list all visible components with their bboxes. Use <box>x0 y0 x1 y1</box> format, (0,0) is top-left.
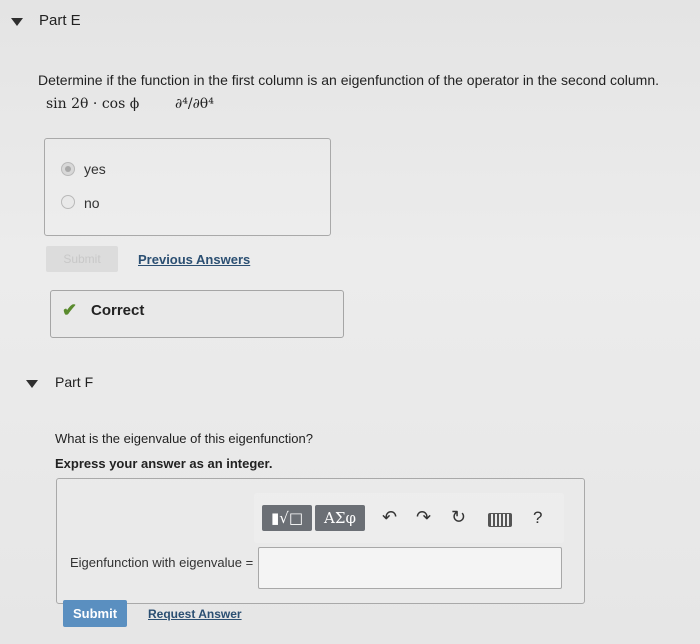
keyboard-icon[interactable] <box>488 513 512 527</box>
function-expression: sin 2θ · cos ϕ <box>46 96 140 112</box>
part-f-question: What is the eigenvalue of this eigenfunc… <box>55 431 314 446</box>
collapse-caret-icon[interactable] <box>26 380 38 388</box>
collapse-caret-icon[interactable] <box>11 18 23 26</box>
previous-answers-link[interactable]: Previous Answers <box>138 252 250 267</box>
answer-options-box <box>44 138 331 236</box>
checkmark-icon: ✔ <box>62 300 78 320</box>
redo-icon[interactable]: ↷ <box>416 507 431 528</box>
greek-letters-icon: ΑΣφ <box>324 509 356 527</box>
part-e-title[interactable]: Part E <box>39 12 81 29</box>
submit-button[interactable]: Submit <box>63 600 127 627</box>
templates-button[interactable]: ▮√□ <box>262 505 312 531</box>
template-icon: ▮√□ <box>271 509 303 527</box>
eigenvalue-input[interactable] <box>258 547 562 589</box>
part-f-instruction: Express your answer as an integer. <box>55 456 273 471</box>
help-icon[interactable]: ? <box>533 508 542 528</box>
reset-icon[interactable]: ↻ <box>451 507 466 528</box>
option-yes-label[interactable]: yes <box>84 161 106 177</box>
option-no-label[interactable]: no <box>84 195 100 211</box>
radio-no[interactable] <box>61 195 75 209</box>
part-e-question: Determine if the function in the first c… <box>38 72 660 88</box>
operator-expression: ∂⁴/∂θ⁴ <box>175 96 214 112</box>
greek-symbols-button[interactable]: ΑΣφ <box>315 505 365 531</box>
feedback-text: Correct <box>91 302 145 319</box>
undo-icon[interactable]: ↶ <box>382 507 397 528</box>
answer-label: Eigenfunction with eigenvalue = <box>70 555 254 570</box>
radio-yes[interactable] <box>61 162 75 176</box>
submit-button-disabled: Submit <box>46 246 118 272</box>
part-f-title[interactable]: Part F <box>55 374 93 390</box>
request-answer-link[interactable]: Request Answer <box>148 607 242 621</box>
